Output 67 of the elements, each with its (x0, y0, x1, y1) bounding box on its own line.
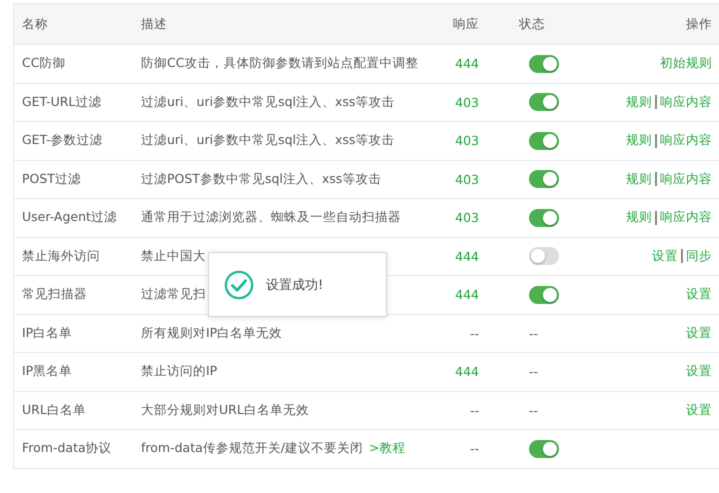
column-header: 名称 (21, 16, 49, 32)
column-header: 描述 (140, 16, 168, 32)
table-cell: 禁止访问的IP (141, 363, 218, 380)
table-cell: from-data传参规范开关/建议不要关闭 (141, 440, 363, 458)
toggle-switch[interactable] (529, 208, 559, 227)
column-header: 状态 (518, 16, 546, 32)
toggle-switch[interactable] (529, 170, 559, 188)
table-cell-text: CC防御 (21, 55, 66, 72)
table-cell-text: IP白名单 (21, 324, 74, 342)
table-cell-text: User-Agent过滤 (21, 209, 118, 226)
action-link[interactable]: 初始规则 (660, 55, 712, 72)
table-cell: -- (529, 364, 538, 380)
table-cell-text: 444 (454, 287, 479, 302)
table-cell-text: -- (468, 441, 479, 456)
table-cell: -- (529, 402, 538, 418)
table-cell: 大部分规则对URL白名单无效 (141, 402, 309, 419)
action-link[interactable]: 设置 (686, 363, 712, 380)
table-cell-text: 444 (454, 364, 479, 380)
toggle-switch[interactable] (529, 440, 559, 458)
action-link[interactable]: 规则 (626, 132, 652, 150)
column-header: 操作 (685, 16, 713, 32)
toggle-switch[interactable] (529, 132, 559, 150)
table-cell-text: 403 (454, 94, 479, 110)
action-link[interactable]: 响应内容 (660, 170, 712, 188)
table-cell-text: 403 (454, 172, 479, 187)
table-cell: -- (529, 326, 538, 341)
table-cell: 过滤POST参数中常见sql注入、xss等攻击 (141, 170, 382, 188)
table-cell-text: 403 (454, 133, 479, 148)
toggle-switch[interactable] (529, 54, 559, 73)
action-link[interactable]: 同步 (686, 248, 712, 265)
table-cell-text: From-data协议 (21, 440, 113, 458)
column-header: 响应 (452, 16, 479, 32)
action-link[interactable]: 设置 (652, 248, 678, 265)
action-link[interactable]: 响应内容 (660, 132, 712, 150)
table-cell-text: 444 (454, 248, 479, 264)
table-cell-text: POST过滤 (21, 170, 82, 188)
action-link[interactable]: 设置 (686, 402, 712, 419)
toast-text: 设置成功! (266, 276, 324, 294)
toggle-switch[interactable] (529, 247, 559, 266)
table-cell-text: 常见扫描器 (21, 286, 88, 304)
table-cell-text: 444 (454, 56, 479, 72)
table-cell-text: GET-URL过滤 (21, 94, 102, 111)
action-link[interactable]: 规则 (626, 209, 652, 226)
action-link[interactable]: 设置 (686, 324, 712, 342)
table-cell: 所有规则对IP白名单无效 (141, 324, 282, 342)
table-cell-text: GET-参数过滤 (21, 132, 104, 150)
check-circle-icon (224, 270, 254, 300)
table-cell: 禁止中国大 (141, 248, 206, 265)
action-link[interactable]: 规则 (626, 94, 652, 111)
table-cell: 通常用于过滤浏览器、蜘蛛及一些自动扫描器 (141, 209, 401, 226)
action-link[interactable]: 规则 (626, 170, 652, 188)
table-cell-text: IP黑名单 (21, 363, 74, 380)
toggle-switch[interactable] (529, 286, 559, 304)
table-cell-text: 403 (454, 210, 479, 226)
tutorial-link[interactable]: >教程 (368, 440, 406, 458)
table-cell-text: 禁止海外访问 (21, 248, 101, 265)
toggle-switch[interactable] (529, 93, 559, 112)
table-cell: 防御CC攻击，具体防御参数请到站点配置中调整 (141, 55, 418, 72)
action-link[interactable]: 设置 (686, 286, 712, 304)
table-cell-text: -- (468, 402, 479, 418)
table-cell: 过滤uri、uri参数中常见sql注入、xss等攻击 (141, 132, 394, 150)
table-cell-text: -- (468, 326, 479, 341)
table-cell: 过滤常见扫 (141, 286, 206, 304)
table-cell-text: URL白名单 (21, 402, 87, 419)
action-link[interactable]: 响应内容 (660, 94, 712, 111)
action-link[interactable]: 响应内容 (660, 209, 712, 226)
table-cell: 过滤uri、uri参数中常见sql注入、xss等攻击 (141, 94, 394, 111)
